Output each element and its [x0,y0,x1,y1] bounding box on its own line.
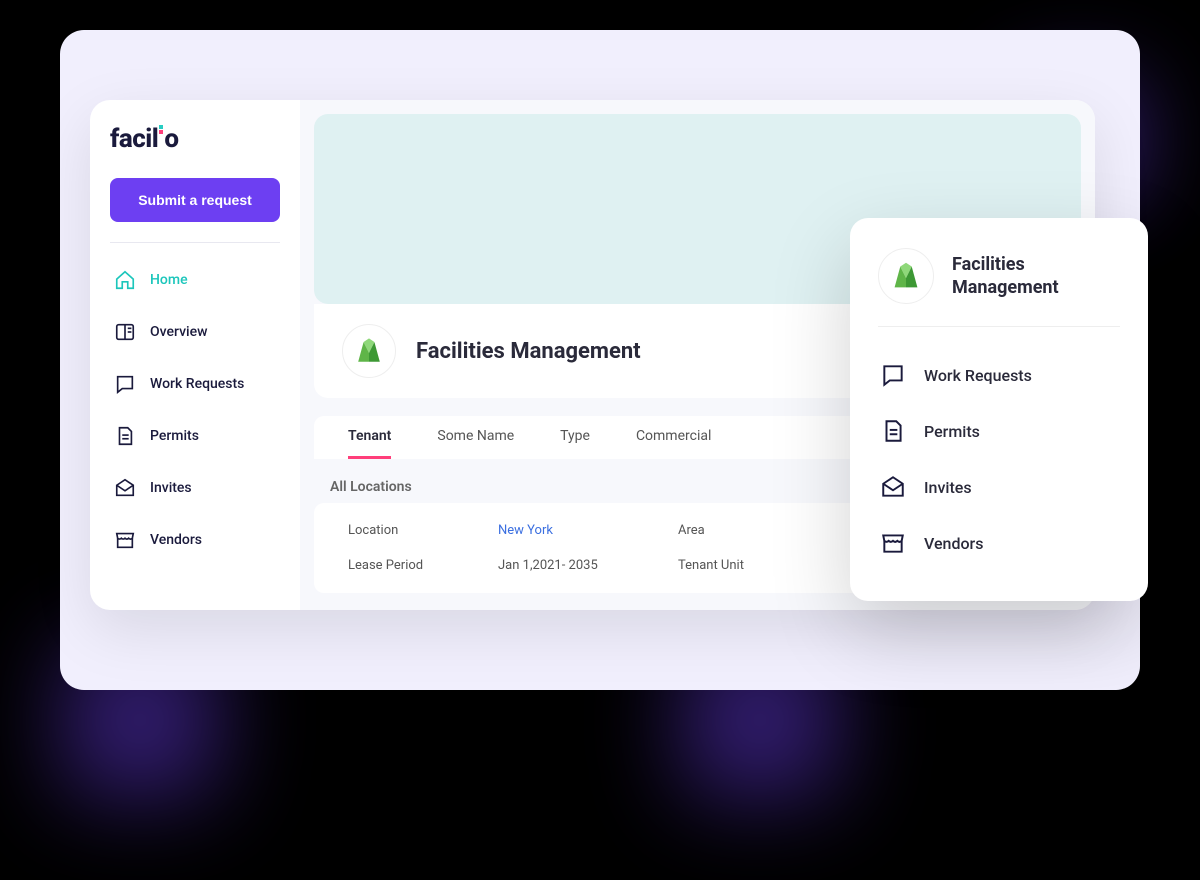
info-label: Lease Period [348,558,498,573]
page-title: Facilities Management [416,339,641,364]
float-item-work-requests[interactable]: Work Requests [878,347,1120,403]
sidebar-item-vendors[interactable]: Vendors [110,519,280,561]
tab-commercial[interactable]: Commercial [636,428,711,459]
brand-logo: facil o [110,124,280,154]
brand-dots-icon [159,125,163,134]
info-extra: Tenant Unit [678,558,744,573]
sidebar-item-overview[interactable]: Overview [110,311,280,353]
sidebar-item-invites[interactable]: Invites [110,467,280,509]
storefront-icon [880,530,906,556]
tab-some-name[interactable]: Some Name [437,428,514,459]
storefront-icon [114,529,136,551]
sidebar-item-label: Permits [150,428,199,444]
sidebar: facil o Submit a request Home Overview W… [90,100,300,610]
info-label: Location [348,523,498,538]
sidebar-item-permits[interactable]: Permits [110,415,280,457]
float-item-vendors[interactable]: Vendors [878,515,1120,571]
document-icon [114,425,136,447]
chat-icon [114,373,136,395]
envelope-icon [880,474,906,500]
sidebar-item-home[interactable]: Home [110,259,280,301]
envelope-icon [114,477,136,499]
sidebar-item-label: Work Requests [150,376,244,392]
float-item-label: Permits [924,422,980,441]
building-logo-icon [887,257,925,295]
float-item-label: Work Requests [924,366,1032,385]
floating-header: Facilities Management [878,248,1120,327]
floating-logo [878,248,934,304]
float-item-invites[interactable]: Invites [878,459,1120,515]
float-item-label: Invites [924,478,972,497]
sidebar-item-label: Vendors [150,532,202,548]
sidebar-item-label: Overview [150,324,207,340]
sidebar-item-label: Invites [150,480,192,496]
divider [110,242,280,243]
page-logo [342,324,396,378]
building-logo-icon [351,333,387,369]
chat-icon [880,362,906,388]
info-extra: Area [678,523,705,538]
book-icon [114,321,136,343]
submit-request-button[interactable]: Submit a request [110,178,280,222]
location-link[interactable]: New York [498,523,678,538]
info-value: Jan 1,2021- 2035 [498,558,678,573]
tab-type[interactable]: Type [560,428,590,459]
document-icon [880,418,906,444]
float-item-permits[interactable]: Permits [878,403,1120,459]
floating-title: Facilities Management [952,253,1059,300]
sidebar-item-work-requests[interactable]: Work Requests [110,363,280,405]
tab-tenant[interactable]: Tenant [348,428,391,459]
float-item-label: Vendors [924,534,983,553]
sidebar-item-label: Home [150,272,188,288]
floating-card: Facilities Management Work Requests Perm… [850,218,1148,601]
home-icon [114,269,136,291]
